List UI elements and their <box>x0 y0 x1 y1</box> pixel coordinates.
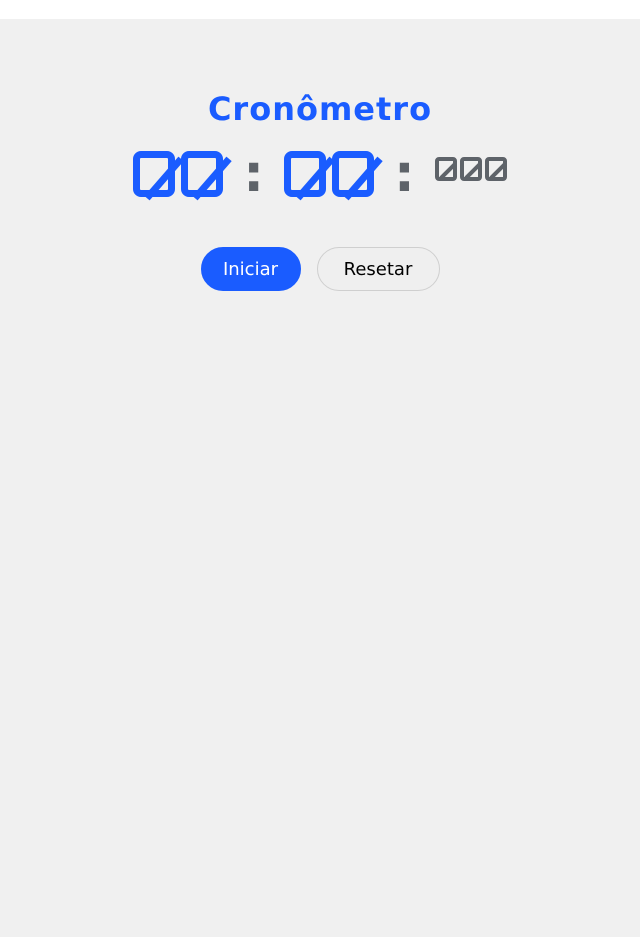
reset-button[interactable]: Resetar <box>316 247 440 291</box>
minutes-digit <box>133 151 176 197</box>
start-button[interactable]: Iniciar <box>200 247 301 291</box>
timer-display: 00 : 00 : 000 <box>0 144 640 204</box>
milliseconds-digit <box>434 157 457 181</box>
top-strip <box>0 0 640 19</box>
minutes-digit <box>181 151 224 197</box>
seconds-value: 00 <box>284 151 285 152</box>
seconds-display: 00 <box>284 151 374 197</box>
stopwatch-page: Cronômetro 00 : 00 : 000 Iniciar Resetar <box>0 19 640 937</box>
seconds-milliseconds-separator: : <box>394 144 415 204</box>
controls: Iniciar Resetar <box>0 247 640 291</box>
milliseconds-digit <box>484 157 507 181</box>
minutes-display: 00 <box>133 151 224 197</box>
minutes-value: 00 <box>133 151 134 152</box>
milliseconds-digit <box>459 157 482 181</box>
seconds-digit <box>284 151 326 197</box>
page-title: Cronômetro <box>207 90 433 129</box>
seconds-digit <box>332 151 374 197</box>
minutes-seconds-separator: : <box>243 144 264 204</box>
milliseconds-display: 000 <box>434 157 507 181</box>
